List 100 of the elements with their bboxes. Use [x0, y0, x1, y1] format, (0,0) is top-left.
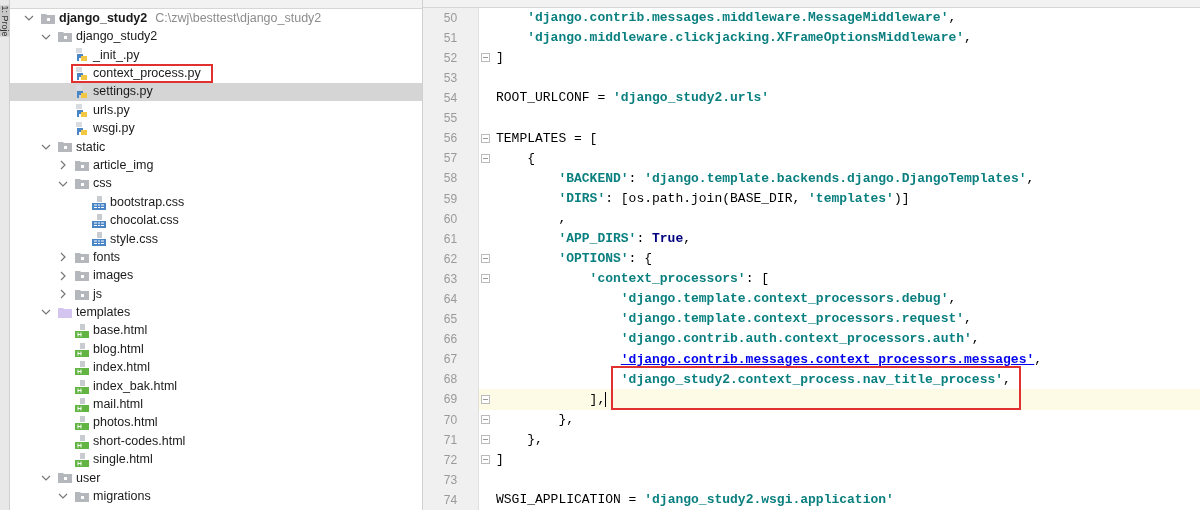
tree-item[interactable]: bootstrap.css — [10, 192, 422, 212]
chevron-right-icon[interactable] — [58, 289, 68, 300]
code-text: , — [964, 310, 972, 329]
tree-label: templates — [76, 304, 131, 322]
tree-item[interactable]: mail.html — [10, 395, 422, 414]
code-text: , — [683, 230, 692, 248]
fold-marker-icon[interactable] — [481, 455, 490, 465]
tree-label: photos.html — [93, 414, 158, 432]
tool-window-label[interactable]: 1: Proje — [0, 5, 10, 37]
line-number: 57 — [443, 150, 458, 168]
line-number: 67 — [443, 351, 458, 369]
html-file-icon — [75, 433, 89, 449]
string-literal: 'templates' — [808, 189, 894, 208]
tree-label: article_img — [93, 156, 154, 174]
tree-item[interactable]: css — [10, 174, 422, 193]
tree-item[interactable]: context_process.py — [10, 64, 422, 83]
tree-label: django_study2 — [59, 9, 148, 27]
tree-label: user — [76, 469, 101, 487]
tree-item[interactable]: blog.html — [10, 340, 422, 359]
string-literal: 'django_study2.context_process.nav_title_process' — [620, 371, 1004, 387]
tree-item[interactable]: index_bak.html — [10, 376, 422, 396]
code-text: , — [1003, 370, 1011, 389]
chevron-right-icon[interactable] — [58, 252, 68, 263]
tree-item[interactable]: short-codes.html — [10, 432, 422, 451]
tree-item[interactable]: static — [10, 137, 422, 157]
line-number: 64 — [443, 291, 458, 308]
code-text: : — [628, 169, 638, 188]
chevron-right-icon[interactable] — [58, 270, 68, 281]
python-file-icon — [75, 84, 89, 100]
code-text: WSGI_APPLICATION = — [496, 491, 638, 510]
tree-label: bootstrap.css — [110, 193, 185, 211]
tree-item[interactable]: single.html — [10, 450, 422, 469]
tree-item[interactable]: templates — [10, 303, 422, 322]
fold-marker-icon[interactable] — [481, 274, 490, 284]
string-literal: 'django.template.context_processors.debug' — [620, 290, 949, 309]
tree-label: base.html — [93, 322, 148, 340]
tree-item[interactable]: index.html — [10, 358, 422, 377]
fold-marker-icon[interactable] — [481, 254, 490, 264]
tree-item[interactable]: base.html — [10, 321, 422, 341]
tree-label: short-codes.html — [93, 432, 186, 450]
html-file-icon — [75, 323, 89, 339]
tree-label: blog.html — [93, 340, 144, 358]
python-file-icon — [75, 47, 89, 63]
html-file-icon — [75, 415, 89, 431]
code-text: , — [948, 8, 957, 27]
fold-marker-icon[interactable] — [481, 153, 490, 163]
fold-marker-icon[interactable] — [481, 435, 490, 445]
line-number: 69 — [443, 391, 458, 409]
fold-marker-icon[interactable] — [481, 133, 490, 143]
fold-marker-icon[interactable] — [481, 395, 490, 404]
folder-icon — [58, 31, 72, 43]
tree-item[interactable]: urls.py — [10, 100, 422, 120]
fold-marker-icon[interactable] — [481, 53, 490, 63]
string-link[interactable]: 'django.contrib.messages.context_processors.messages' — [620, 349, 1035, 370]
tree-label: single.html — [93, 451, 153, 469]
code-text: : — [636, 230, 646, 248]
tree-item[interactable]: js — [10, 284, 422, 304]
tree-label: index.html — [93, 359, 150, 377]
tree-item[interactable]: article_img — [10, 156, 422, 175]
html-file-icon — [75, 360, 89, 376]
keyword: True — [652, 230, 684, 248]
html-file-icon — [75, 378, 89, 394]
tree-item[interactable]: chocolat.css — [10, 211, 422, 230]
tree-item[interactable]: migrations — [10, 487, 422, 506]
tree-label: chocolat.css — [110, 212, 179, 230]
line-number: 68 — [443, 371, 458, 389]
tree-item[interactable]: style.css — [10, 229, 422, 249]
line-number: 70 — [443, 411, 458, 429]
string-literal: 'django_study2.urls' — [613, 89, 770, 108]
line-number: 58 — [443, 170, 458, 188]
code-text: ] — [496, 451, 504, 469]
tree-item[interactable]: django_study2 — [10, 27, 422, 46]
string-literal: 'django_study2.wsgi.application' — [644, 491, 894, 510]
string-literal: 'django.contrib.messages.middleware.MessageMiddleware' — [527, 8, 949, 27]
tree-label: images — [93, 267, 134, 285]
css-file-icon — [92, 194, 106, 210]
folder-icon — [75, 270, 89, 282]
folder-icon — [75, 251, 89, 263]
tree-item[interactable]: django_study2 C:\zwj\besttest\django_study2 — [10, 9, 422, 28]
string-literal: 'APP_DIRS' — [558, 230, 637, 248]
tree-item[interactable]: fonts — [10, 248, 422, 267]
tree-item[interactable]: wsgi.py — [10, 119, 422, 138]
tree-label: static — [76, 138, 106, 156]
folder-icon — [75, 490, 89, 502]
tree-item[interactable]: photos.html — [10, 413, 422, 432]
text-cursor — [605, 392, 607, 407]
string-literal: 'django.template.backends.django.DjangoTemplates' — [644, 169, 1027, 188]
tree-item[interactable]: images — [10, 266, 422, 285]
code-text: ROOT_URLCONF = — [496, 89, 607, 108]
chevron-right-icon[interactable] — [58, 160, 68, 171]
line-number: 51 — [443, 29, 458, 47]
tree-item[interactable]: _init_.py — [10, 45, 422, 65]
folder-icon — [41, 12, 55, 24]
python-file-icon — [75, 121, 89, 137]
code-text: { — [527, 149, 535, 168]
fold-marker-icon[interactable] — [481, 415, 490, 425]
code-text: , — [964, 29, 972, 48]
tree-item[interactable]: user — [10, 468, 422, 488]
code-text: : [ — [745, 270, 770, 289]
tree-item[interactable]: settings.py — [10, 82, 422, 101]
